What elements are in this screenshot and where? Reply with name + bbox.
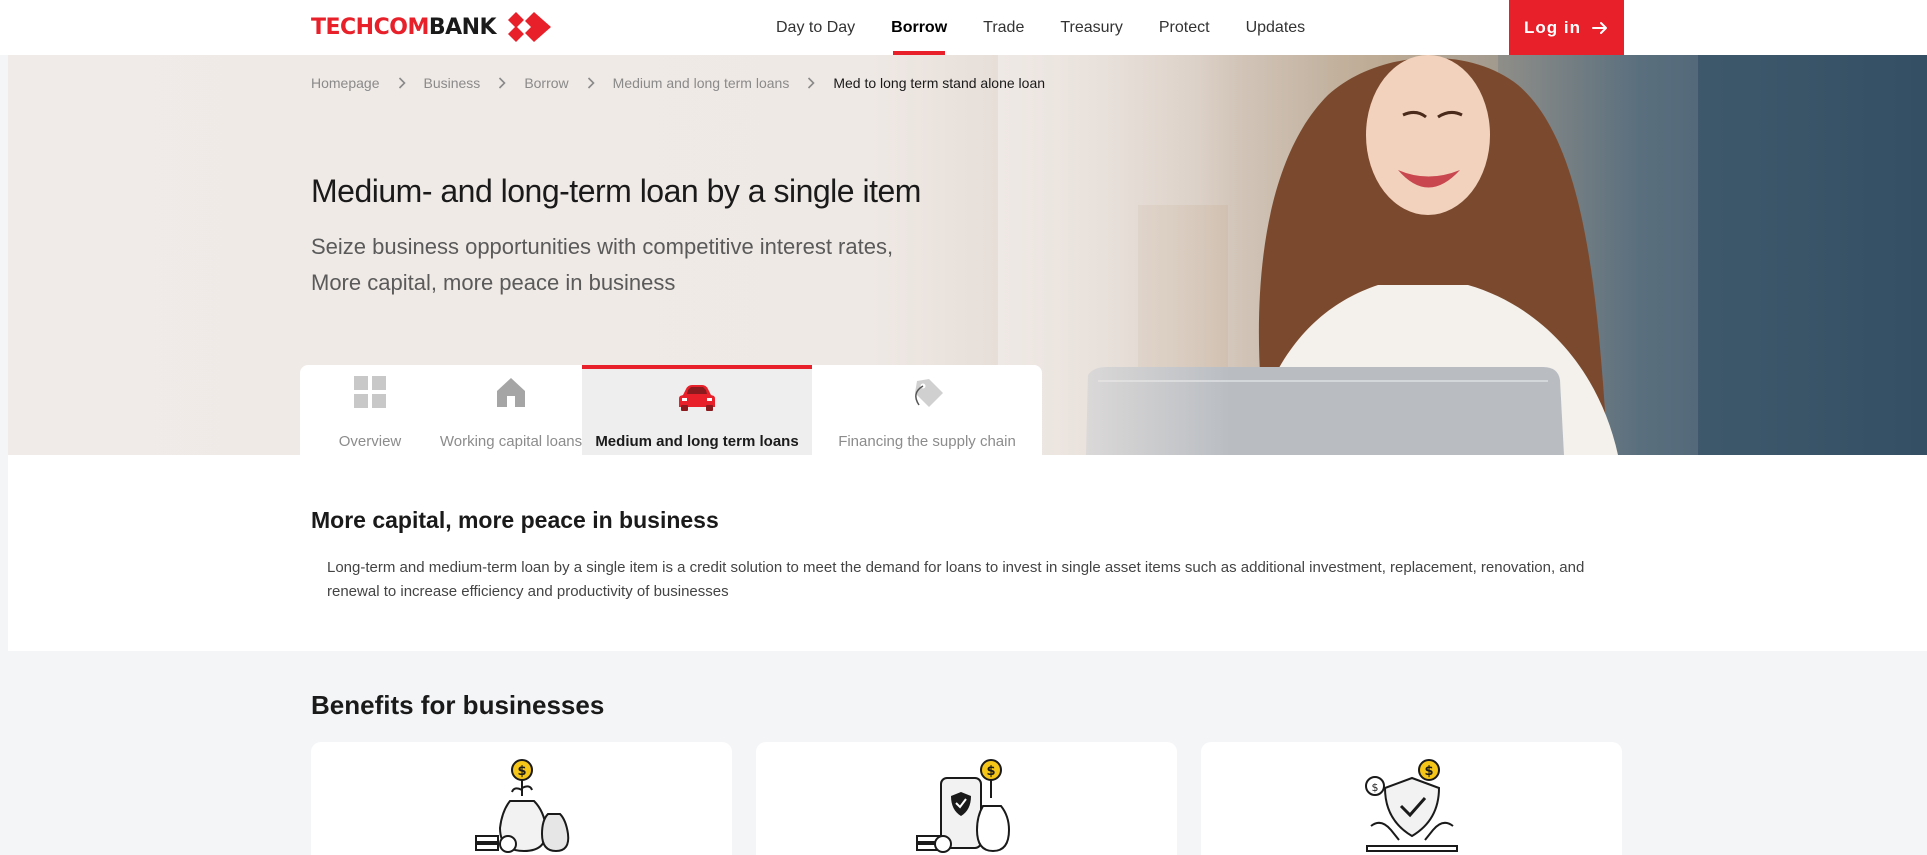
main-nav: Day to Day Borrow Trade Treasury Protect…: [758, 0, 1323, 55]
grid-icon: [354, 376, 386, 408]
car-icon: [679, 385, 715, 411]
benefit-card: $ $: [1201, 742, 1622, 855]
nav-updates[interactable]: Updates: [1228, 0, 1324, 55]
tab-label: Overview: [338, 433, 402, 450]
svg-text:$: $: [1424, 764, 1433, 779]
login-button[interactable]: Log in: [1509, 0, 1624, 55]
nav-protect[interactable]: Protect: [1141, 0, 1228, 55]
tab-overview[interactable]: Overview: [300, 365, 440, 455]
tab-working-capital-loans[interactable]: Working capital loans: [440, 365, 582, 455]
benefit-card: $: [311, 742, 732, 855]
chevron-right-icon: [587, 77, 595, 89]
hero-subtitle-line-1: Seize business opportunities with compet…: [311, 234, 894, 259]
logo-wordmark: TECHCOMBANK: [311, 14, 497, 40]
svg-text:$: $: [986, 764, 995, 779]
top-header: TECHCOMBANK Day to Day Borrow Trade Trea…: [0, 0, 1927, 55]
hero-subtitle: Seize business opportunities with compet…: [311, 229, 893, 301]
hero-woman-laptop-image: [998, 55, 1927, 455]
nav-borrow[interactable]: Borrow: [873, 0, 965, 55]
section-description: Long-term and medium-term loan by a sing…: [327, 559, 1585, 600]
nav-treasury[interactable]: Treasury: [1042, 0, 1141, 55]
arrow-right-icon: [1591, 21, 1607, 34]
breadcrumb-borrow[interactable]: Borrow: [524, 75, 568, 91]
breadcrumb-current: Med to long term stand alone loan: [833, 75, 1046, 91]
benefits-title: Benefits for businesses: [311, 690, 605, 720]
product-tabs: Overview Working capital loans Medium an…: [300, 365, 1042, 455]
benefit-card: $: [756, 742, 1177, 855]
logo-diamond-icon: [508, 12, 552, 42]
tab-label: Financing the supply chain: [838, 433, 1016, 450]
house-icon: [497, 378, 525, 407]
breadcrumb: Homepage Business Borrow Medium and long…: [311, 75, 1045, 91]
loan-description-section: More capital, more peace in business Lon…: [8, 455, 1927, 651]
section-title: More capital, more peace in business: [311, 507, 719, 533]
breadcrumb-medium-long-term-loans[interactable]: Medium and long term loans: [613, 75, 790, 91]
tab-label: Medium and long term loans: [595, 433, 799, 450]
tab-financing-supply-chain[interactable]: Financing the supply chain: [812, 365, 1042, 455]
breadcrumb-business[interactable]: Business: [424, 75, 481, 91]
chevron-right-icon: [398, 77, 406, 89]
money-bag-plant-icon: $: [474, 759, 569, 853]
chevron-right-icon: [807, 77, 815, 89]
tab-medium-long-term-loans[interactable]: Medium and long term loans: [582, 365, 812, 455]
login-label: Log in: [1524, 17, 1581, 37]
tab-label: Working capital loans: [439, 433, 583, 450]
techcombank-logo[interactable]: TECHCOMBANK: [311, 10, 554, 44]
nav-trade[interactable]: Trade: [965, 0, 1042, 55]
svg-text:$: $: [517, 764, 526, 779]
nav-day-to-day[interactable]: Day to Day: [758, 0, 873, 55]
tag-icon: [915, 379, 943, 407]
phone-shield-money-icon: $: [915, 759, 1010, 853]
svg-text:$: $: [1371, 781, 1378, 794]
shield-check-hands-icon: $ $: [1364, 759, 1458, 852]
breadcrumb-homepage[interactable]: Homepage: [311, 75, 380, 91]
chevron-right-icon: [498, 77, 506, 89]
page-title: Medium- and long-term loan by a single i…: [311, 173, 921, 209]
hero-subtitle-line-2: More capital, more peace in business: [311, 270, 676, 295]
